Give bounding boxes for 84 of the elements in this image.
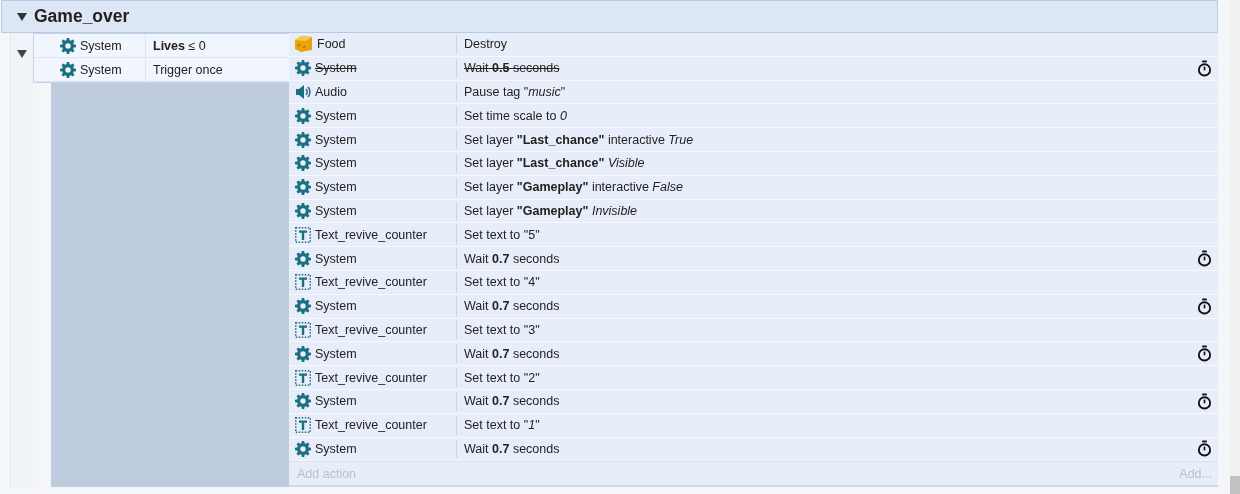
action-text: Wait 0.7 seconds bbox=[464, 251, 560, 266]
gear-icon bbox=[295, 107, 311, 124]
action-text: Wait 0.7 seconds bbox=[464, 394, 560, 409]
text-object-icon bbox=[295, 226, 311, 243]
object-name: System bbox=[80, 62, 122, 77]
group-title: Game_over bbox=[34, 6, 130, 27]
action-text: Wait 0.7 seconds bbox=[464, 346, 560, 361]
action-row[interactable]: System Wait 0.7 seconds bbox=[289, 389, 1218, 414]
action-text: Destroy bbox=[464, 37, 508, 52]
speaker-icon bbox=[295, 84, 311, 100]
action-text: Set layer "Last_chance" interactive True bbox=[464, 132, 694, 147]
object-name: System bbox=[315, 251, 357, 266]
action-row[interactable]: System Set layer "Gameplay" Invisible bbox=[289, 199, 1218, 224]
gear-icon bbox=[60, 61, 76, 78]
text-object-icon bbox=[295, 369, 311, 386]
action-row[interactable]: System Wait 0.7 seconds bbox=[289, 342, 1218, 367]
object-name: Audio bbox=[315, 85, 347, 99]
text-object-icon bbox=[295, 274, 311, 291]
text-object-icon bbox=[295, 417, 311, 434]
object-name: System bbox=[315, 180, 357, 195]
object-name: System bbox=[315, 441, 357, 456]
action-row[interactable]: Text_revive_counter Set text to "2" bbox=[289, 366, 1218, 390]
object-name: System bbox=[315, 299, 357, 314]
action-row[interactable]: System Wait 0.7 seconds bbox=[289, 247, 1218, 271]
object-name: System bbox=[80, 38, 122, 53]
action-row[interactable]: System Set layer "Gameplay" interactive False bbox=[289, 175, 1218, 200]
object-name: Text_revive_counter bbox=[315, 370, 427, 385]
action-text: Pause tag "music" bbox=[464, 85, 566, 99]
condition-block[interactable]: System Lives ≤ 0 System Trigger once bbox=[33, 33, 289, 83]
action-text: Wait 0.7 seconds bbox=[464, 299, 560, 314]
gear-icon bbox=[295, 298, 311, 315]
collapse-triangle-icon[interactable] bbox=[16, 10, 28, 23]
action-row[interactable]: System Set layer "Last_chance" Visible bbox=[289, 152, 1218, 176]
object-name: Text_revive_counter bbox=[315, 418, 427, 433]
action-text: Set text to "5" bbox=[464, 227, 540, 242]
action-text: Set text to "3" bbox=[464, 322, 540, 337]
condition-text: Lives ≤ 0 bbox=[153, 38, 206, 53]
condition-text: Trigger once bbox=[153, 62, 223, 77]
gear-icon bbox=[295, 345, 311, 362]
gear-icon bbox=[295, 250, 311, 267]
action-text: Wait 0.5 seconds bbox=[464, 61, 560, 76]
gear-icon bbox=[295, 393, 311, 410]
action-text: Set time scale to 0 bbox=[464, 108, 567, 123]
action-text: Set layer "Gameplay" interactive False bbox=[464, 180, 683, 195]
action-row[interactable]: Text_revive_counter Set text to "3" bbox=[289, 318, 1218, 343]
object-name: System bbox=[315, 61, 357, 76]
action-text: Set layer "Gameplay" Invisible bbox=[464, 203, 638, 218]
gear-icon bbox=[60, 37, 76, 54]
object-name: Text_revive_counter bbox=[315, 322, 427, 337]
action-text: Set text to "4" bbox=[464, 275, 540, 290]
object-name: System bbox=[315, 108, 357, 123]
action-row[interactable]: Text_revive_counter Set text to "1" bbox=[289, 413, 1218, 438]
action-text: Set text to "1" bbox=[464, 418, 540, 433]
action-text: Wait 0.7 seconds bbox=[464, 441, 560, 456]
text-object-icon bbox=[295, 321, 311, 338]
object-name: System bbox=[315, 156, 357, 171]
object-name: System bbox=[315, 394, 357, 409]
action-text: Set layer "Last_chance" Visible bbox=[464, 156, 645, 171]
collapse-triangle-icon[interactable] bbox=[16, 48, 28, 60]
scrollbar-thumb[interactable] bbox=[1230, 476, 1240, 494]
scrollbar[interactable] bbox=[1230, 0, 1240, 494]
action-row[interactable]: Audio Pause tag "music" bbox=[289, 80, 1218, 105]
object-name: Text_revive_counter bbox=[315, 275, 427, 290]
gear-icon bbox=[295, 60, 311, 77]
action-row[interactable]: System Set layer "Last_chance" interactive True bbox=[289, 128, 1218, 152]
object-name: System bbox=[315, 132, 357, 147]
object-name: Text_revive_counter bbox=[315, 227, 427, 242]
object-name: Food bbox=[317, 37, 346, 52]
group-header[interactable]: Game_over bbox=[1, 0, 1218, 33]
gear-icon bbox=[295, 202, 311, 219]
action-row[interactable]: Text_revive_counter Set text to "4" bbox=[289, 270, 1218, 295]
action-row[interactable]: System Wait 0.7 seconds bbox=[289, 294, 1218, 319]
gear-icon bbox=[295, 440, 311, 457]
cheese-sprite-icon bbox=[293, 35, 313, 54]
action-row[interactable]: System Set time scale to 0 bbox=[289, 104, 1218, 129]
action-row[interactable]: System Wait 0.7 seconds bbox=[289, 437, 1218, 462]
action-row[interactable]: Text_revive_counter Set text to "5" bbox=[289, 223, 1218, 248]
action-text: Set text to "2" bbox=[464, 370, 540, 385]
object-name: System bbox=[315, 203, 357, 218]
gear-icon bbox=[295, 131, 311, 148]
action-row[interactable]: Food Destroy bbox=[289, 33, 1218, 57]
gear-icon bbox=[295, 155, 311, 172]
object-name: System bbox=[315, 346, 357, 361]
gear-icon bbox=[295, 179, 311, 196]
